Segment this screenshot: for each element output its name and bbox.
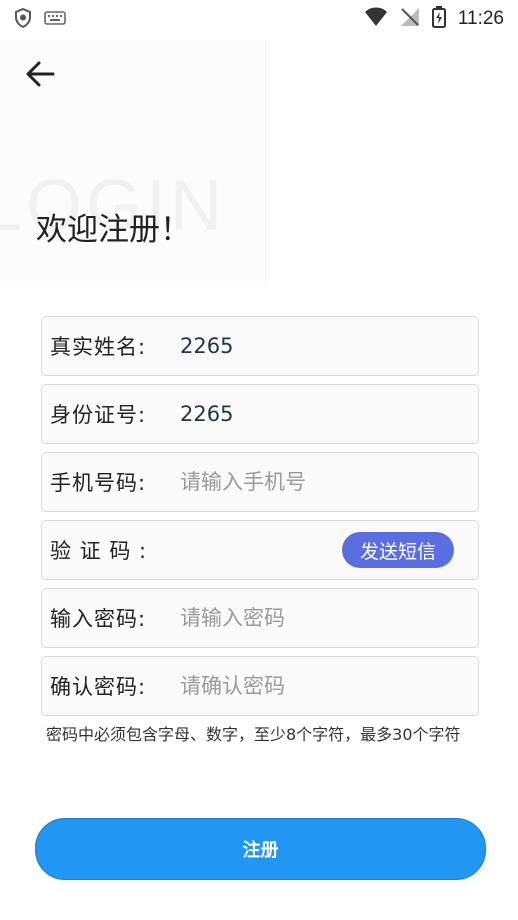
id-number-input[interactable] bbox=[180, 385, 478, 443]
phone-input[interactable] bbox=[180, 453, 478, 511]
field-label: 输入密码: bbox=[50, 607, 147, 631]
field-label: 真实姓名: bbox=[50, 335, 147, 359]
confirm-password-input[interactable] bbox=[180, 657, 478, 715]
field-label: 手机号码: bbox=[50, 471, 147, 495]
page-title: 欢迎注册！ bbox=[36, 212, 191, 248]
field-label: 确认密码: bbox=[50, 675, 147, 699]
password-hint: 密码中必须包含字母、数字，至少8个字符，最多30个字符 bbox=[46, 725, 461, 744]
register-button[interactable]: 注册 bbox=[35, 818, 486, 880]
status-left bbox=[14, 7, 66, 32]
field-real-name: 真实姓名: bbox=[41, 316, 479, 376]
no-signal-icon bbox=[400, 7, 420, 31]
field-verify-code: 验 证 码 : 发送短信 bbox=[41, 520, 479, 580]
shield-icon bbox=[14, 7, 32, 32]
password-input[interactable] bbox=[180, 589, 478, 647]
battery-charging-icon bbox=[431, 6, 446, 32]
field-id-number: 身份证号: bbox=[41, 384, 479, 444]
field-confirm-password: 确认密码: bbox=[41, 656, 479, 716]
field-label: 身份证号: bbox=[50, 403, 147, 427]
send-sms-button[interactable]: 发送短信 bbox=[341, 532, 454, 568]
arrow-left-icon bbox=[25, 61, 55, 91]
status-bar: 11:26 bbox=[0, 0, 518, 36]
real-name-input[interactable] bbox=[180, 317, 478, 375]
field-password: 输入密码: bbox=[41, 588, 479, 648]
register-form: 真实姓名: 身份证号: 手机号码: 验 证 码 : 发送短信 输入密码: 确认密… bbox=[41, 316, 479, 724]
status-time: 11:26 bbox=[457, 8, 504, 29]
field-phone: 手机号码: bbox=[41, 452, 479, 512]
back-button[interactable] bbox=[20, 58, 60, 94]
field-label: 验 证 码 : bbox=[50, 539, 148, 563]
keyboard-icon bbox=[44, 10, 66, 30]
status-right: 11:26 bbox=[364, 6, 504, 32]
wifi-icon bbox=[364, 7, 388, 31]
